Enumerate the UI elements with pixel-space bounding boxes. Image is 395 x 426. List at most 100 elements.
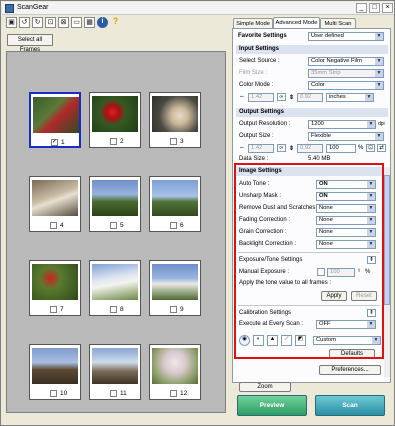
select-all-frames-button[interactable]: Select all Frames xyxy=(7,34,53,53)
input-settings-header[interactable]: Input Settings xyxy=(236,45,388,54)
minimize-button[interactable]: _ xyxy=(356,3,367,13)
scale-field[interactable]: 100 xyxy=(326,144,356,153)
select-source-select[interactable]: Color Negative Film ▼ xyxy=(308,57,384,66)
frame-checkbox[interactable] xyxy=(110,306,117,313)
frame-thumbnail xyxy=(92,264,138,300)
output-size-select[interactable]: Flexible ▼ xyxy=(308,132,384,141)
chevron-down-icon: ▼ xyxy=(365,94,373,101)
frame-number: 9 xyxy=(180,306,184,313)
frame-number: 3 xyxy=(180,138,184,145)
color-mode-value: Color xyxy=(311,82,325,88)
output-width-field: 1.42 xyxy=(248,144,274,153)
height-icon: ⇕ xyxy=(289,95,295,101)
aspect-lock-icon[interactable]: ∞ xyxy=(277,93,286,101)
frame-number: 7 xyxy=(60,306,64,313)
window-title: ScanGear xyxy=(17,4,49,11)
input-width-field: 1.42 xyxy=(248,93,274,102)
help-icon[interactable]: ? xyxy=(110,17,121,28)
frame-2[interactable]: 2 xyxy=(89,92,141,148)
output-size-label: Output Size : xyxy=(239,133,274,139)
frame-1[interactable]: ✓ 1 xyxy=(29,92,81,148)
color-mode-select[interactable]: Color ▼ xyxy=(308,81,384,90)
frame-thumbnail xyxy=(152,96,198,132)
chevron-down-icon: ▼ xyxy=(375,70,383,77)
frame-number: 2 xyxy=(120,138,124,145)
frame-checkbox[interactable] xyxy=(50,390,57,397)
frame-12[interactable]: 12 xyxy=(149,344,201,400)
output-resolution-label: Output Resolution : xyxy=(239,121,291,127)
rotate-left-icon[interactable]: ↺ xyxy=(19,17,30,28)
height-icon: ⇕ xyxy=(289,146,295,152)
output-resolution-select[interactable]: 1200 ▼ xyxy=(308,120,376,129)
frame-checkbox[interactable] xyxy=(170,222,177,229)
preview-toolbar: ▣ ↺ ↻ ⊡ ⊠ ▭ ▦ i ? xyxy=(3,16,229,30)
scale-unit: % xyxy=(358,145,364,151)
grid-icon[interactable]: ▦ xyxy=(84,17,95,28)
chevron-down-icon: ▼ xyxy=(375,58,383,65)
frame-checkbox[interactable] xyxy=(50,306,57,313)
close-button[interactable]: × xyxy=(382,3,393,13)
auto-crop-icon[interactable]: ⊡ xyxy=(45,17,56,28)
swap-icon[interactable]: ⇄ xyxy=(377,144,386,152)
frame-number: 10 xyxy=(60,390,68,397)
frame-4[interactable]: 4 xyxy=(29,176,81,232)
settings-scrollbar[interactable] xyxy=(384,167,390,377)
chevron-down-icon: ▼ xyxy=(375,33,383,40)
frame-thumbnail xyxy=(152,264,198,300)
frame-9[interactable]: 9 xyxy=(149,260,201,316)
data-size-label: Data Size : xyxy=(239,156,269,162)
frame-11[interactable]: 11 xyxy=(89,344,141,400)
chevron-down-icon: ▼ xyxy=(375,82,383,89)
output-height-field: 0.92 xyxy=(297,144,323,153)
data-size-value: 5.40 MB xyxy=(308,156,331,162)
frame-6[interactable]: 6 xyxy=(149,176,201,232)
frame-thumbnail xyxy=(92,96,138,132)
favorite-settings-select[interactable]: User defined ▼ xyxy=(308,32,384,41)
frame-thumbnail xyxy=(152,348,198,384)
frame-checkbox[interactable] xyxy=(110,222,117,229)
frame-3[interactable]: 3 xyxy=(149,92,201,148)
frame-7[interactable]: 7 xyxy=(29,260,81,316)
frame-checkbox[interactable] xyxy=(110,390,117,397)
frame-checkbox[interactable] xyxy=(170,390,177,397)
zoom-button[interactable]: Zoom xyxy=(239,382,291,392)
chevron-down-icon: ▼ xyxy=(375,133,383,140)
crop-frame-icon[interactable]: ⊡ xyxy=(366,144,375,152)
frame-8[interactable]: 8 xyxy=(89,260,141,316)
output-resolution-value: 1200 xyxy=(311,121,324,127)
frame-checkbox[interactable] xyxy=(170,138,177,145)
frame-number: 11 xyxy=(120,390,127,397)
unit-value: inches xyxy=(329,94,346,100)
unit-select[interactable]: inches ▼ xyxy=(326,93,374,102)
frame-thumbnail xyxy=(32,264,78,300)
scan-button[interactable]: Scan xyxy=(315,395,385,416)
remove-crop-icon[interactable]: ⊠ xyxy=(58,17,69,28)
preview-area: ✓ 1 2 3 4 5 6 7 8 9 10 11 12 xyxy=(6,51,226,413)
output-settings-header[interactable]: Output Settings xyxy=(236,108,388,117)
frame-checkbox[interactable] xyxy=(110,138,117,145)
favorite-settings-value: User defined xyxy=(311,33,344,39)
info-icon[interactable]: i xyxy=(97,17,108,28)
frame-checkbox[interactable]: ✓ xyxy=(51,139,58,146)
frame-10[interactable]: 10 xyxy=(29,344,81,400)
favorite-settings-label: Favorite Settings xyxy=(238,33,287,39)
frame-thumbnail xyxy=(92,348,138,384)
app-icon xyxy=(5,4,14,13)
aspect-lock-icon[interactable]: ∞ xyxy=(277,144,286,152)
frame-checkbox[interactable] xyxy=(50,222,57,229)
width-icon: ⇔ xyxy=(239,145,245,151)
crop-frame-icon[interactable]: ▭ xyxy=(71,17,82,28)
scrollbar-thumb[interactable] xyxy=(384,175,390,305)
chevron-down-icon: ▼ xyxy=(367,121,375,128)
frame-thumbnail xyxy=(32,348,78,384)
rotate-right-icon[interactable]: ↻ xyxy=(32,17,43,28)
preferences-button[interactable]: Preferences... xyxy=(319,365,381,375)
maximize-button[interactable]: □ xyxy=(369,3,380,13)
frame-number: 8 xyxy=(120,306,124,313)
frame-5[interactable]: 5 xyxy=(89,176,141,232)
frame-number: 4 xyxy=(60,222,64,229)
thumbnail-view-icon[interactable]: ▣ xyxy=(6,17,17,28)
frame-checkbox[interactable] xyxy=(170,306,177,313)
preview-button[interactable]: Preview xyxy=(237,395,307,416)
status-bar xyxy=(3,415,393,425)
